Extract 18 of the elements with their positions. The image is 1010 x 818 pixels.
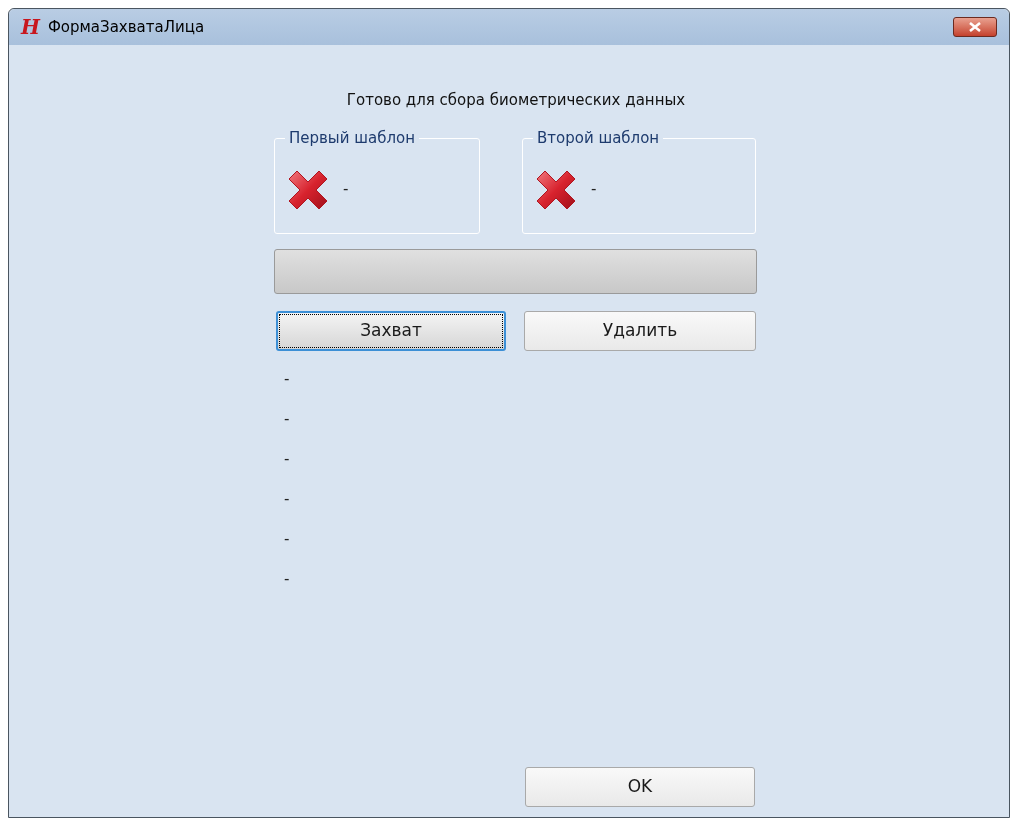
log-line: - [284,448,291,470]
log-line: - [284,568,291,590]
group-label: Второй шаблон [533,126,664,149]
log-line: - [284,408,291,430]
template-value: - [343,179,349,201]
action-button[interactable]: Захват [276,310,506,351]
close-button[interactable] [953,17,997,37]
ok-button[interactable]: OK [525,767,755,807]
status-text: Готово для сбора биометрических данных [346,90,686,111]
group-label: Первый шаблон [285,126,419,149]
action-button[interactable]: Удалить [524,310,756,351]
close-icon [969,22,981,32]
app-logo: H [21,14,40,41]
log-line: - [284,368,291,390]
log-line: - [284,488,291,510]
template-value: - [591,179,597,201]
window-title: ФормаЗахватаЛица [47,16,205,38]
log-line: - [284,528,291,550]
